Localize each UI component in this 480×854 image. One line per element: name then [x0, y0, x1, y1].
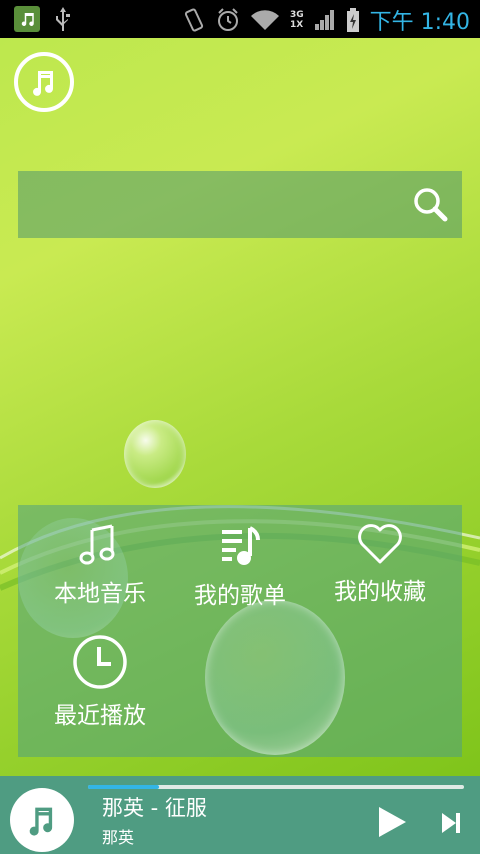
menu-item-label: 我的歌单 [194, 583, 286, 609]
search-input[interactable] [28, 181, 402, 230]
menu-item-label: 最近播放 [54, 703, 146, 729]
menu-item-recent[interactable]: 最近播放 [44, 634, 156, 730]
alarm-icon [217, 8, 238, 31]
menu-item-favorites[interactable]: 我的收藏 [324, 522, 436, 606]
song-artist: 那英 [102, 828, 135, 847]
wifi-icon [250, 10, 279, 30]
status-bar: 3G 1X 下午 1:40 [0, 0, 480, 38]
music-note-logo-icon [33, 71, 54, 96]
music-app-notification-icon [14, 6, 40, 32]
network-type: 3G 1X [289, 10, 304, 30]
music-note-icon [79, 524, 115, 565]
signal-icon [314, 10, 334, 30]
menu-item-label: 我的收藏 [334, 579, 426, 605]
menu-item-playlists[interactable]: 我的歌单 [184, 524, 296, 610]
mini-player[interactable]: 那英 - 征服 那英 [0, 776, 480, 854]
clock-time: 下午 1:40 [369, 10, 470, 35]
playlist-icon [222, 526, 260, 565]
playback-progress-fill [88, 785, 160, 789]
play-icon[interactable] [376, 805, 408, 839]
search-icon[interactable] [412, 186, 450, 224]
next-track-icon[interactable] [440, 811, 462, 835]
album-cover[interactable] [10, 788, 74, 852]
app-logo[interactable] [14, 52, 74, 112]
decorative-bubble [205, 600, 345, 755]
song-title: 那英 - 征服 [102, 796, 207, 820]
usb-icon [56, 7, 70, 31]
battery-charging-icon [346, 8, 359, 32]
decorative-bubble [124, 420, 186, 488]
playback-progress[interactable] [88, 785, 464, 789]
search-bar[interactable] [18, 171, 462, 238]
menu-item-label: 本地音乐 [54, 581, 146, 607]
menu-item-local-music[interactable]: 本地音乐 [44, 522, 156, 608]
clock-icon [73, 635, 127, 689]
music-note-cover-icon [29, 807, 53, 836]
vibrate-icon [184, 8, 204, 32]
heart-icon [358, 524, 402, 564]
